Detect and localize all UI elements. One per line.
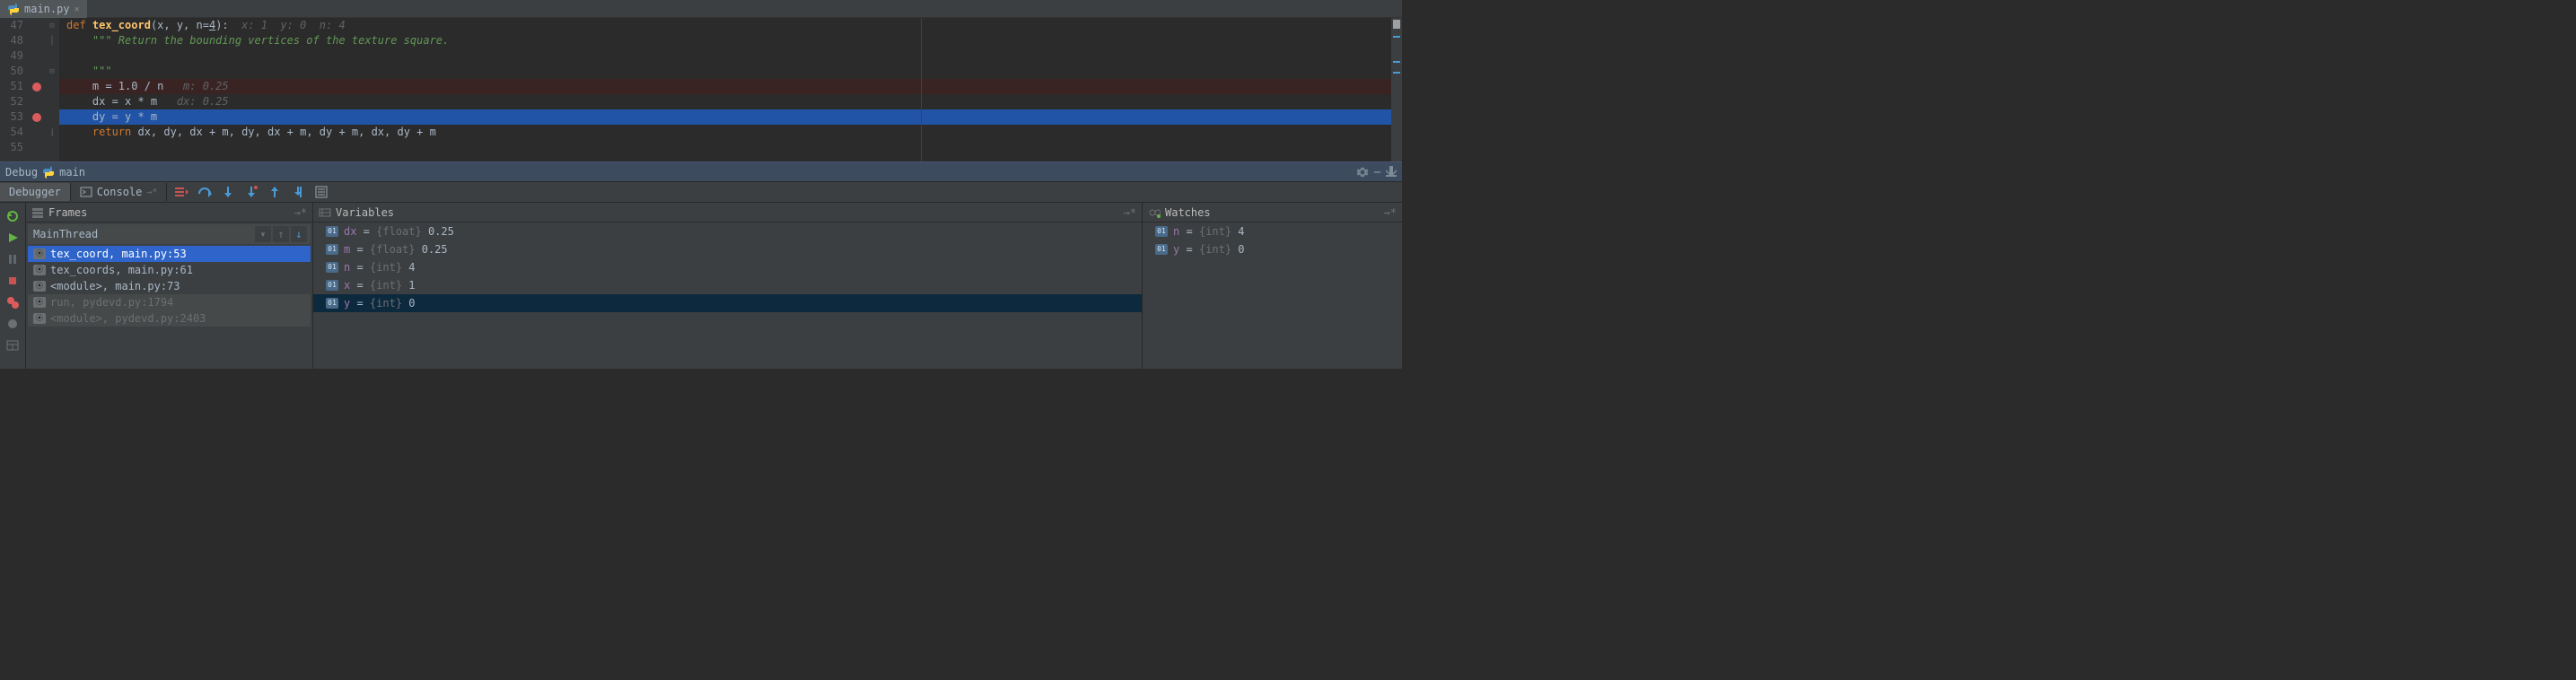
code-editor[interactable]: 47 48 49 50 51 52 53 54 55 ⊟ │ ⊟ ⌋ bbox=[0, 18, 1402, 161]
fold-end-icon: ⌋ bbox=[45, 125, 59, 140]
resume-icon[interactable] bbox=[4, 230, 21, 246]
var-int-icon: 01 bbox=[1155, 244, 1168, 255]
step-into-my-code-icon[interactable] bbox=[242, 183, 260, 201]
pin-icon[interactable]: →* bbox=[1384, 206, 1397, 219]
file-tab-main[interactable]: main.py ✕ bbox=[0, 0, 87, 18]
panel-variables-header: Variables →* bbox=[313, 203, 1142, 222]
fold-minus-icon[interactable]: ⊟ bbox=[45, 18, 59, 33]
fold-gutter[interactable]: ⊟ │ ⊟ ⌋ bbox=[45, 18, 59, 161]
stack-frame[interactable]: ⦿ <module>, pydevd.py:2403 bbox=[28, 310, 311, 327]
stack-frame[interactable]: ⦿ run, pydevd.py:1794 bbox=[28, 294, 311, 310]
debug-label: Debug bbox=[5, 166, 38, 179]
variable-row[interactable]: 01 dx = {float} 0.25 bbox=[313, 222, 1142, 240]
pin-icon[interactable]: →* bbox=[294, 206, 307, 219]
frame-badge-icon: ⦿ bbox=[33, 265, 46, 275]
debug-tool-window-header: Debug main ─ bbox=[0, 161, 1402, 181]
stack-frame[interactable]: ⦿ <module>, main.py:73 bbox=[28, 278, 311, 294]
step-over-icon[interactable] bbox=[196, 183, 214, 201]
code-area[interactable]: def tex_coord(x, y, n=4): x: 1 y: 0 n: 4… bbox=[59, 18, 1391, 161]
file-tab-label: main.py bbox=[24, 3, 70, 15]
show-execution-point-icon[interactable] bbox=[172, 183, 190, 201]
editor-scrollbar[interactable] bbox=[1391, 18, 1402, 161]
watch-row[interactable]: 01 n = {int} 4 bbox=[1143, 222, 1402, 240]
thread-name: MainThread bbox=[33, 228, 98, 240]
debug-config-name: main bbox=[59, 166, 85, 179]
python-icon bbox=[42, 166, 55, 179]
var-float-icon: 01 bbox=[326, 226, 338, 237]
view-breakpoints-icon[interactable] bbox=[4, 294, 21, 310]
pin-icon[interactable]: →* bbox=[1124, 206, 1136, 219]
layout-icon[interactable] bbox=[4, 337, 21, 353]
debug-side-toolbar bbox=[0, 203, 25, 369]
breakpoint-icon[interactable] bbox=[32, 83, 41, 92]
var-int-icon: 01 bbox=[326, 262, 338, 273]
stack-frame[interactable]: ⦿ tex_coord, main.py:53 bbox=[28, 246, 311, 262]
variable-row[interactable]: 01 y = {int} 0 bbox=[313, 294, 1142, 312]
debug-panels: Frames →* MainThread ▾ ↑ ↓ ⦿ tex_coord, … bbox=[0, 203, 1402, 369]
minimize-icon[interactable]: ─ bbox=[1374, 166, 1380, 179]
var-float-icon: 01 bbox=[326, 244, 338, 255]
debug-toolbar: Debugger Console →* bbox=[0, 181, 1402, 203]
watches-list[interactable]: 01 n = {int} 4 01 y = {int} 0 bbox=[1143, 222, 1402, 369]
tab-debugger[interactable]: Debugger bbox=[0, 183, 71, 201]
python-file-icon bbox=[7, 3, 20, 15]
margin-guide bbox=[921, 18, 922, 161]
close-icon[interactable]: ✕ bbox=[74, 4, 80, 14]
variables-icon bbox=[319, 206, 331, 219]
console-icon bbox=[80, 186, 92, 198]
frame-badge-icon: ⦿ bbox=[33, 297, 46, 308]
stack-frame[interactable]: ⦿ tex_coords, main.py:61 bbox=[28, 262, 311, 278]
variable-row[interactable]: 01 n = {int} 4 bbox=[313, 258, 1142, 276]
variables-list[interactable]: 01 dx = {float} 0.25 01 m = {float} 0.25… bbox=[313, 222, 1142, 369]
panel-variables: Variables →* 01 dx = {float} 0.25 01 m =… bbox=[312, 203, 1142, 369]
evaluate-expression-icon[interactable] bbox=[312, 183, 330, 201]
stop-icon[interactable] bbox=[4, 273, 21, 289]
chevron-down-icon[interactable]: ▾ bbox=[255, 226, 271, 242]
watches-icon bbox=[1148, 206, 1161, 219]
rerun-icon[interactable] bbox=[4, 208, 21, 224]
frame-badge-icon: ⦿ bbox=[33, 281, 46, 292]
fold-minus-icon[interactable]: ⊟ bbox=[45, 64, 59, 79]
step-out-icon[interactable] bbox=[266, 183, 284, 201]
variable-row[interactable]: 01 m = {float} 0.25 bbox=[313, 240, 1142, 258]
frames-icon bbox=[31, 206, 44, 219]
tab-console[interactable]: Console →* bbox=[71, 183, 168, 201]
step-into-icon[interactable] bbox=[219, 183, 237, 201]
watch-row[interactable]: 01 y = {int} 0 bbox=[1143, 240, 1402, 258]
editor-gutter: 47 48 49 50 51 52 53 54 55 ⊟ │ ⊟ ⌋ bbox=[0, 18, 59, 161]
hide-icon[interactable] bbox=[1386, 166, 1397, 179]
panel-frames-header: Frames →* bbox=[26, 203, 312, 222]
frame-badge-icon: ⦿ bbox=[33, 313, 46, 324]
pause-icon[interactable] bbox=[4, 251, 21, 267]
breakpoint-icon[interactable] bbox=[32, 113, 41, 122]
var-int-icon: 01 bbox=[326, 280, 338, 291]
thread-selector[interactable]: MainThread ▾ ↑ ↓ bbox=[28, 224, 311, 244]
line-numbers: 47 48 49 50 51 52 53 54 55 bbox=[0, 18, 29, 161]
frame-list[interactable]: ⦿ tex_coord, main.py:53 ⦿ tex_coords, ma… bbox=[26, 246, 312, 369]
fold-line-icon: │ bbox=[45, 33, 59, 48]
panel-watches: Watches →* 01 n = {int} 4 01 y = {int} 0 bbox=[1142, 203, 1402, 369]
var-int-icon: 01 bbox=[326, 298, 338, 309]
prev-frame-icon[interactable]: ↑ bbox=[273, 226, 289, 242]
var-int-icon: 01 bbox=[1155, 226, 1168, 237]
mute-breakpoints-icon[interactable] bbox=[4, 316, 21, 332]
run-to-cursor-icon[interactable] bbox=[289, 183, 307, 201]
frame-badge-icon: ⦿ bbox=[33, 248, 46, 259]
gear-icon[interactable] bbox=[1356, 166, 1369, 179]
panel-watches-header: Watches →* bbox=[1143, 203, 1402, 222]
panel-frames: Frames →* MainThread ▾ ↑ ↓ ⦿ tex_coord, … bbox=[25, 203, 312, 369]
next-frame-icon[interactable]: ↓ bbox=[291, 226, 307, 242]
editor-tab-bar: main.py ✕ bbox=[0, 0, 1402, 18]
breakpoint-gutter[interactable] bbox=[29, 18, 45, 161]
variable-row[interactable]: 01 x = {int} 1 bbox=[313, 276, 1142, 294]
